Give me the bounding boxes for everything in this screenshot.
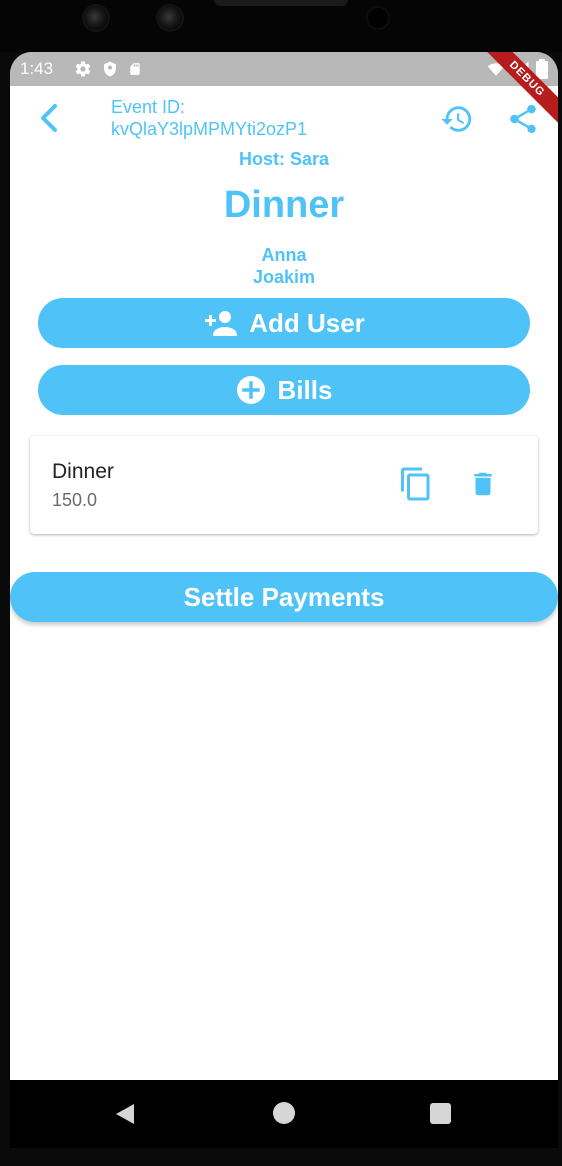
copy-bill-button[interactable]: [398, 466, 434, 502]
camera-sensor: [84, 6, 108, 30]
device-top-bezel: [0, 0, 562, 52]
status-icons-left: [74, 60, 142, 83]
bills-label: Bills: [277, 374, 333, 405]
app-bar: Event ID: kvQlaY3lpMPMYti2ozP1: [10, 86, 558, 152]
status-time: 1:43: [20, 59, 54, 78]
front-camera: [368, 8, 388, 28]
event-id-label: Event ID:: [111, 97, 186, 117]
sd-card-icon: [128, 60, 142, 83]
bill-name: Dinner: [52, 460, 114, 483]
history-icon: [441, 106, 472, 132]
shield-icon: [102, 60, 118, 83]
settle-payments-button[interactable]: Settle Payments: [10, 572, 558, 622]
trash-icon: [474, 472, 492, 496]
nav-home-button[interactable]: [273, 1102, 295, 1124]
add-user-button[interactable]: Add User: [38, 298, 530, 348]
delete-bill-button[interactable]: [468, 468, 498, 500]
system-nav-bar: [10, 1080, 558, 1148]
share-icon: [510, 104, 536, 134]
back-button[interactable]: [32, 98, 68, 138]
gear-icon: [74, 60, 92, 83]
event-title: Dinner: [223, 184, 345, 226]
copy-icon: [401, 467, 430, 501]
event-id-value: kvQlaY3lpMPMYti2ozP1: [111, 119, 308, 139]
triangle-back-icon: [116, 1104, 134, 1124]
member-list: Anna Joakim: [10, 244, 558, 288]
bills-button[interactable]: Bills: [38, 365, 530, 415]
nav-recents-button[interactable]: [430, 1103, 451, 1124]
app-screen: 1:43 DEBUG Event ID: kvQlaY3lpMPMYti2ozP…: [10, 52, 558, 1080]
add-user-label: Add User: [249, 307, 365, 338]
chevron-left-icon: [41, 104, 57, 132]
device-frame: 1:43 DEBUG Event ID: kvQlaY3lpMPMYti2ozP…: [0, 0, 562, 1166]
nav-back-button[interactable]: [114, 1102, 136, 1131]
member-name: Anna: [261, 245, 307, 265]
status-bar: 1:43 DEBUG: [10, 52, 558, 132]
bill-amount: 150.0: [52, 490, 98, 510]
camera-sensor: [158, 6, 182, 30]
person-add-icon: [203, 310, 238, 336]
share-button[interactable]: [506, 102, 540, 136]
history-button[interactable]: [440, 102, 474, 136]
host-label: Host: Sara: [238, 149, 330, 169]
bill-card[interactable]: Dinner 150.0: [30, 436, 538, 534]
event-id: Event ID: kvQlaY3lpMPMYti2ozP1: [111, 96, 307, 140]
member-name: Joakim: [252, 267, 316, 287]
earpiece-speaker: [214, 0, 348, 6]
add-circle-icon: [236, 375, 266, 405]
